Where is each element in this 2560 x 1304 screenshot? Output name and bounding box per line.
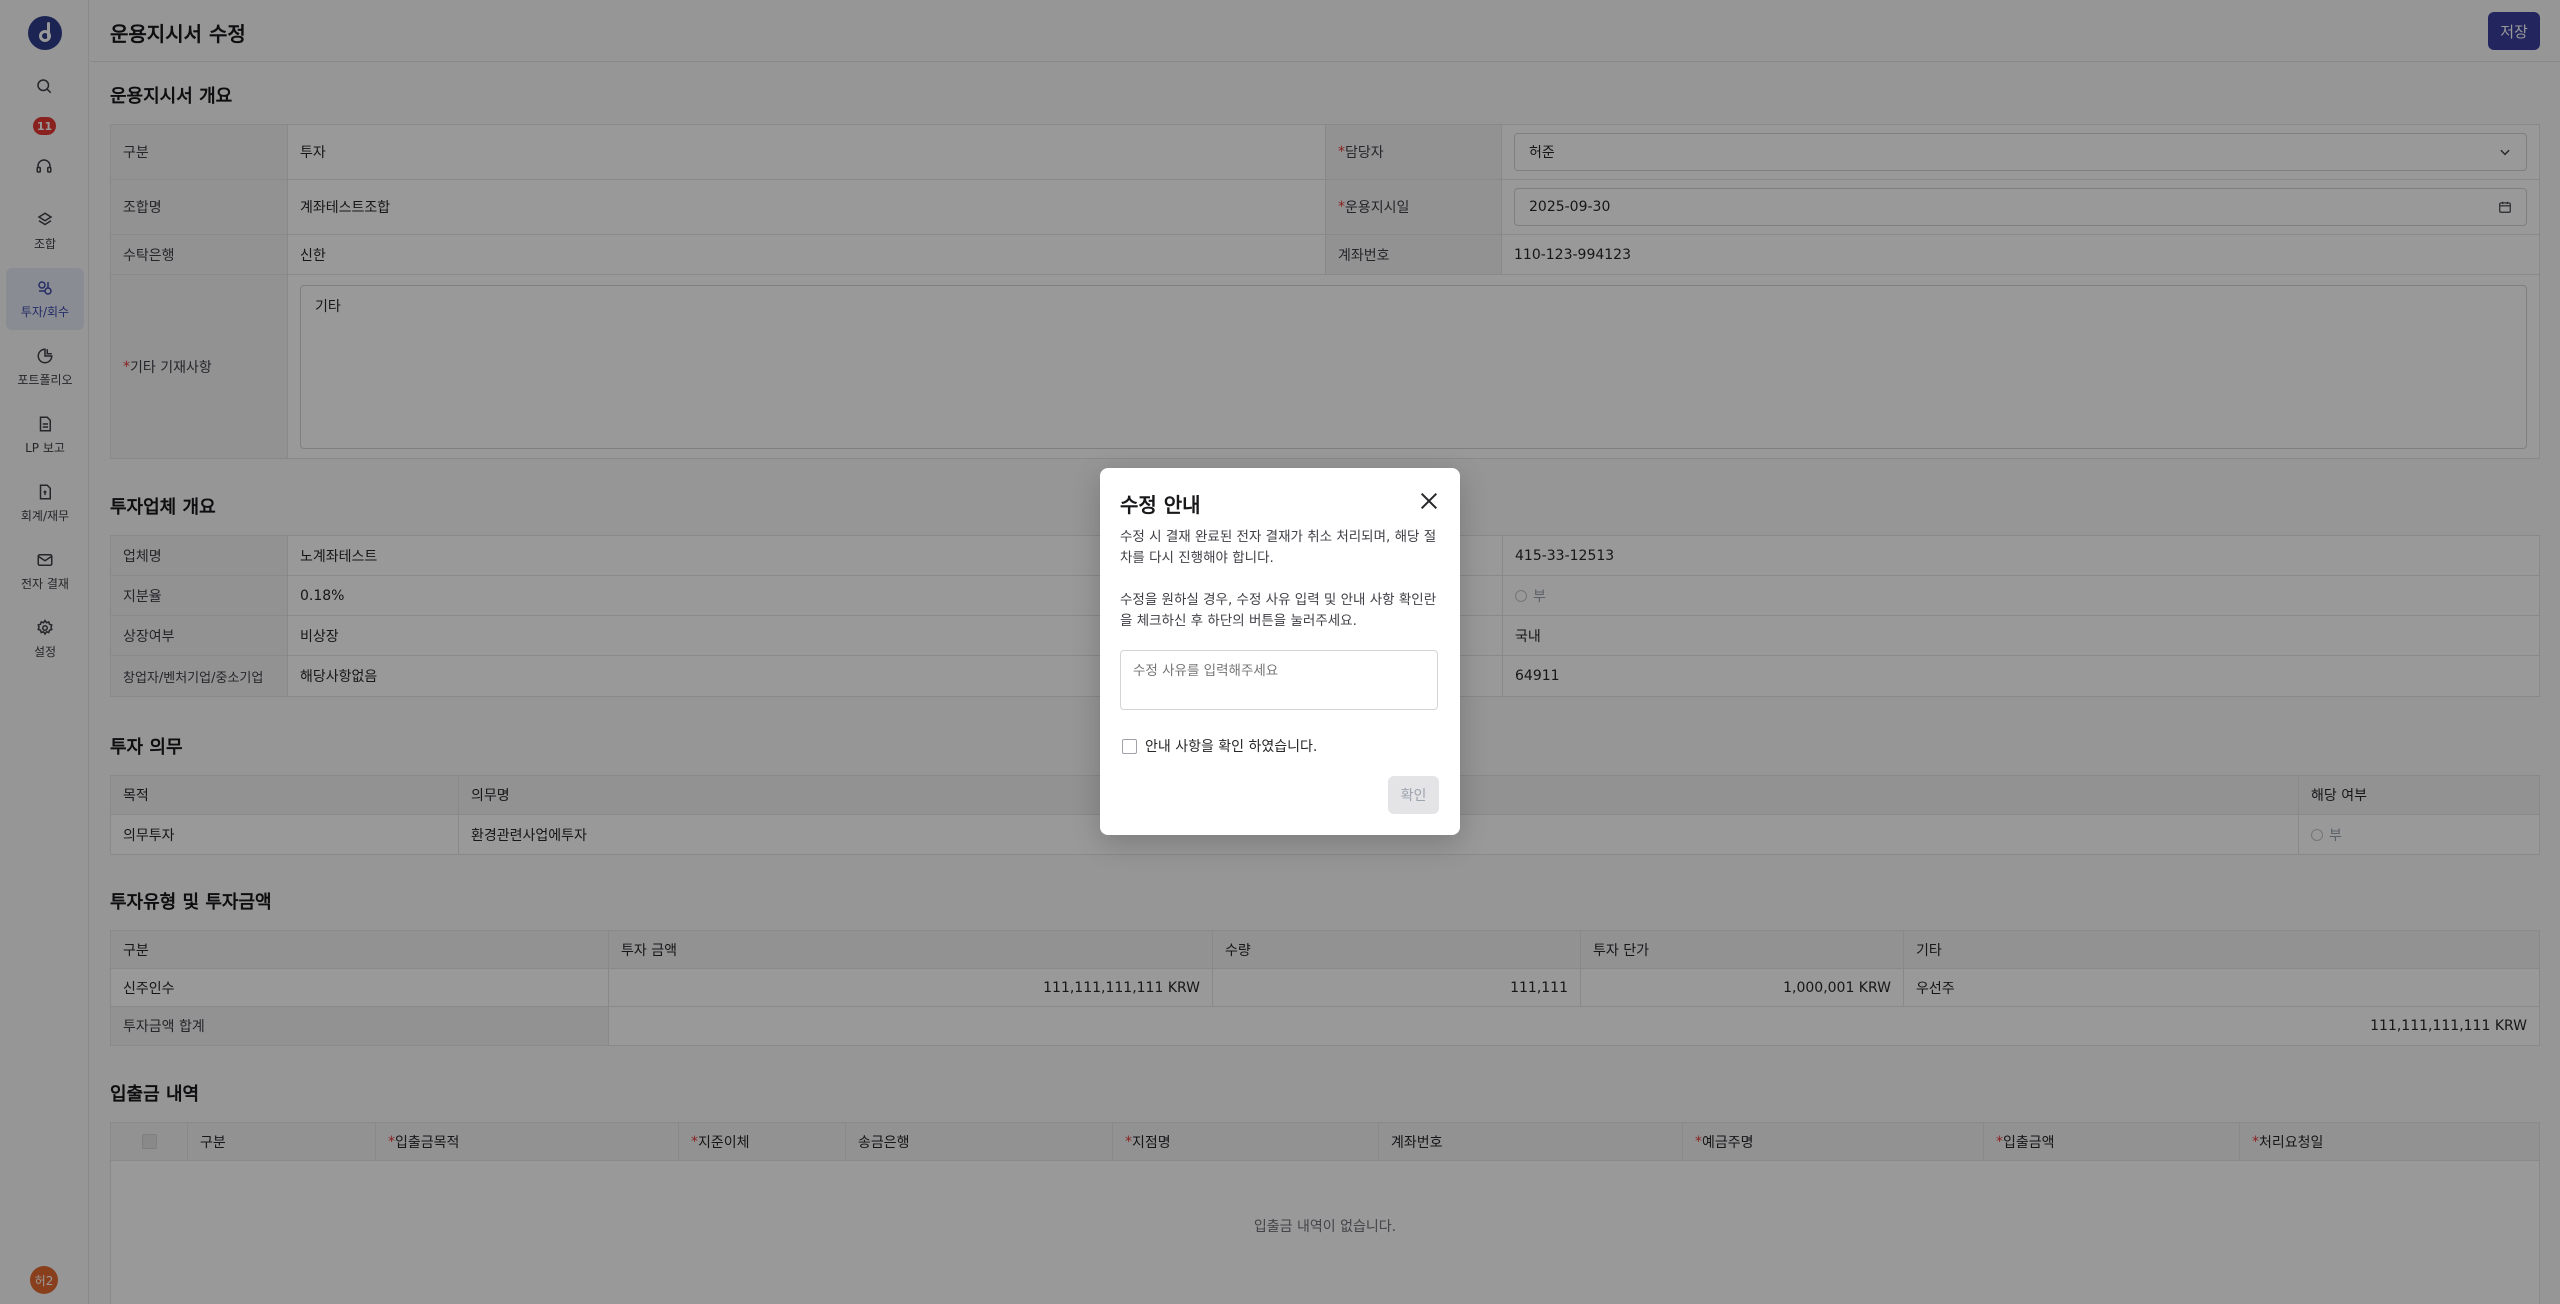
close-icon[interactable] xyxy=(1418,490,1440,512)
confirm-check-label: 안내 사항을 확인 하였습니다. xyxy=(1145,739,1318,755)
confirm-checkbox[interactable] xyxy=(1122,738,1137,754)
confirm-check-row[interactable]: 안내 사항을 확인 하였습니다. xyxy=(1122,736,1317,756)
modal-title: 수정 안내 xyxy=(1120,493,1201,517)
modal-text-2: 수정을 원하실 경우, 수정 사유 입력 및 안내 사항 확인란을 체크하신 후… xyxy=(1120,592,1437,629)
confirm-button[interactable]: 확인 xyxy=(1388,776,1439,814)
reason-input[interactable] xyxy=(1120,650,1438,710)
modal-text-1: 수정 시 결재 완료된 전자 결재가 취소 처리되며, 해당 절차를 다시 진행… xyxy=(1120,529,1437,566)
edit-notice-modal: 수정 안내 수정 시 결재 완료된 전자 결재가 취소 처리되며, 해당 절차를… xyxy=(1100,468,1460,835)
